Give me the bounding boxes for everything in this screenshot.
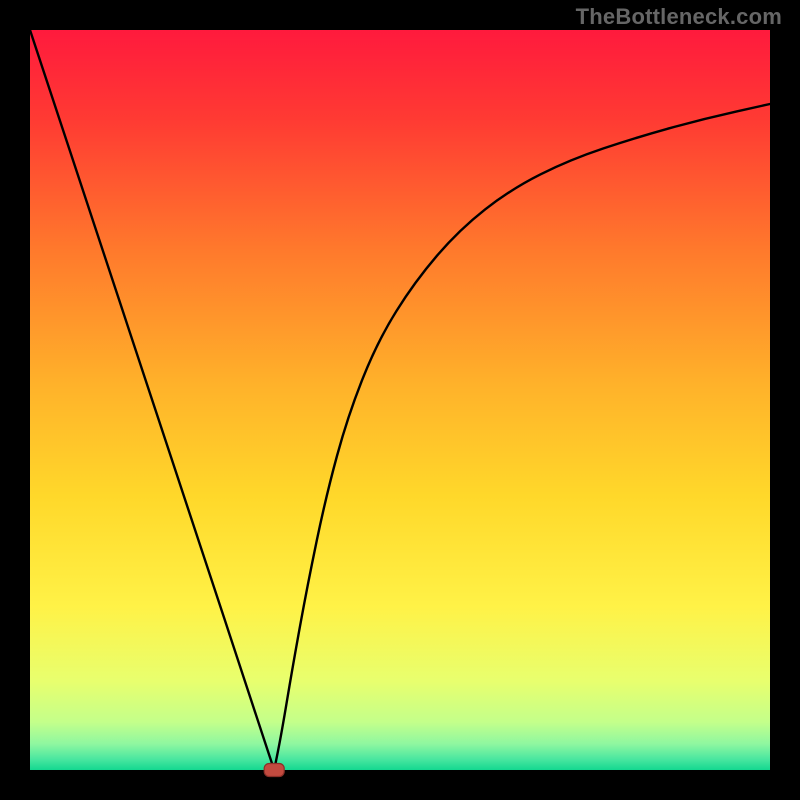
plot-background	[30, 30, 770, 770]
chart-svg	[0, 0, 800, 800]
watermark-text: TheBottleneck.com	[576, 4, 782, 30]
chart-frame: TheBottleneck.com	[0, 0, 800, 800]
min-marker	[264, 764, 284, 777]
